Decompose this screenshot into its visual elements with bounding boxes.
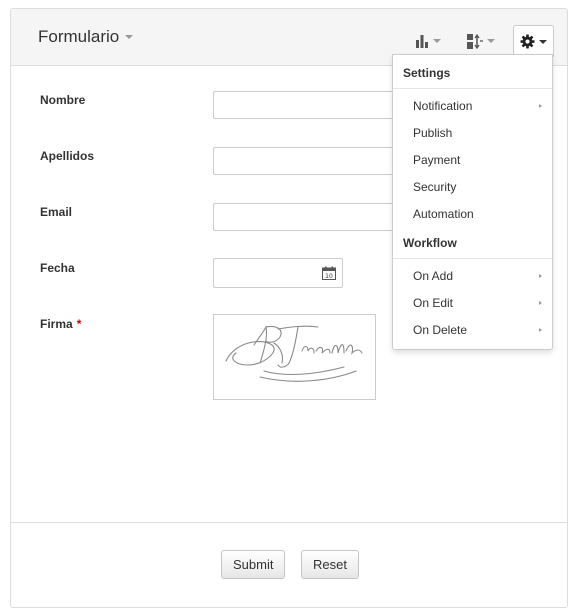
form-title: Formulario (38, 27, 120, 46)
reset-button[interactable]: Reset (301, 550, 359, 579)
menu-item-payment[interactable]: Payment (393, 147, 552, 173)
menu-item-publish[interactable]: Publish (393, 120, 552, 146)
menu-item-label: On Add (413, 269, 454, 283)
email-input[interactable] (213, 203, 413, 231)
field-label-email: Email (40, 205, 73, 219)
menu-item-on-delete[interactable]: On Delete (393, 317, 552, 343)
fecha-date-input[interactable]: 10 (213, 258, 343, 288)
required-mark: * (76, 317, 82, 331)
bar-chart-icon (415, 34, 429, 48)
settings-dropdown-menu: Settings Notification Publish Payment Se… (392, 54, 553, 350)
menu-item-label: Security (413, 180, 457, 194)
menu-header-workflow: Workflow (403, 236, 457, 250)
field-label-apellidos: Apellidos (40, 149, 95, 163)
menu-item-label: Publish (413, 126, 453, 140)
chevron-down-icon (539, 39, 547, 44)
calendar-icon[interactable]: 10 (322, 266, 336, 283)
menu-item-notification[interactable]: Notification (393, 93, 552, 119)
firma-label-text: Firma (40, 317, 73, 331)
signature-pad[interactable] (213, 314, 376, 400)
chart-button[interactable] (409, 27, 447, 55)
nombre-input[interactable] (213, 91, 413, 119)
menu-item-label: On Delete (413, 323, 468, 337)
chevron-down-icon (487, 39, 495, 43)
layout-toggle-icon (467, 33, 483, 49)
menu-header-settings: Settings (403, 66, 451, 80)
submit-button[interactable]: Submit (221, 550, 286, 579)
gear-icon (520, 34, 535, 49)
field-label-fecha: Fecha (40, 261, 75, 275)
apellidos-input[interactable] (213, 147, 413, 175)
chevron-right-icon (539, 104, 542, 108)
menu-item-label: Payment (413, 153, 461, 167)
chevron-right-icon (539, 301, 542, 305)
form-title-dropdown[interactable]: Formulario (38, 27, 134, 47)
signature-image (225, 325, 363, 382)
field-label-nombre: Nombre (40, 93, 86, 107)
layout-button[interactable] (461, 27, 501, 55)
menu-item-label: On Edit (413, 296, 454, 310)
calendar-day: 10 (325, 273, 333, 280)
chevron-right-icon (539, 274, 542, 278)
chevron-right-icon (539, 328, 542, 332)
settings-button[interactable] (513, 25, 554, 57)
menu-item-label: Automation (413, 207, 474, 221)
footer-divider (11, 522, 567, 523)
chevron-down-icon (125, 35, 134, 39)
chevron-down-icon (433, 39, 441, 43)
menu-divider (393, 258, 552, 259)
menu-item-on-add[interactable]: On Add (393, 263, 552, 289)
menu-divider (393, 88, 552, 89)
menu-item-label: Notification (413, 99, 473, 113)
menu-item-security[interactable]: Security (393, 174, 552, 200)
menu-item-on-edit[interactable]: On Edit (393, 290, 552, 316)
field-label-firma: Firma * (40, 317, 81, 331)
menu-item-automation[interactable]: Automation (393, 201, 552, 227)
